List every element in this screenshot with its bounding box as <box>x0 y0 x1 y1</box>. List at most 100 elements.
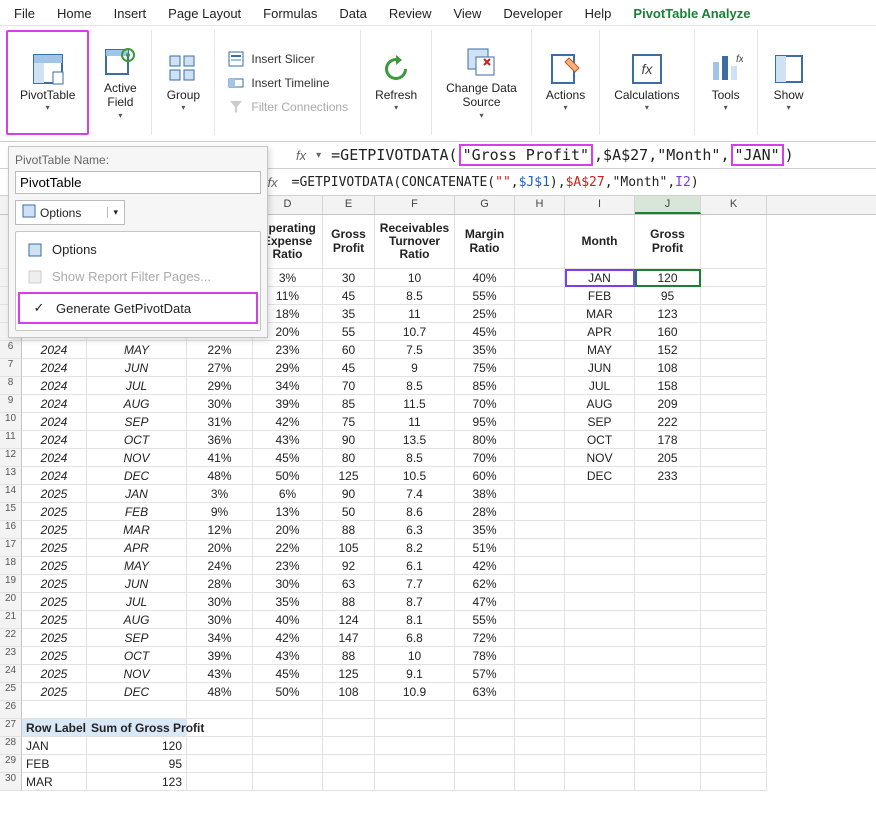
cell[interactable]: AUG <box>565 395 635 413</box>
row-header[interactable]: 23 <box>0 647 22 665</box>
col-header-I[interactable]: I <box>565 196 635 214</box>
cell[interactable]: 20% <box>253 521 323 539</box>
cell[interactable] <box>455 737 515 755</box>
cell[interactable]: 158 <box>635 377 701 395</box>
cell[interactable]: 42% <box>455 557 515 575</box>
cell[interactable] <box>22 701 87 719</box>
row-header[interactable]: 26 <box>0 701 22 719</box>
cell[interactable]: 42% <box>253 413 323 431</box>
row-header[interactable]: 25 <box>0 683 22 701</box>
cell[interactable] <box>635 755 701 773</box>
cell[interactable]: 45 <box>323 287 375 305</box>
cell[interactable]: 35% <box>455 521 515 539</box>
cell[interactable]: 41% <box>187 449 253 467</box>
cell[interactable] <box>455 773 515 791</box>
pivot-row-label[interactable]: JAN <box>22 737 87 755</box>
row-header[interactable]: 8 <box>0 377 22 395</box>
cell[interactable]: 70% <box>455 395 515 413</box>
row-header[interactable]: 19 <box>0 575 22 593</box>
insert-slicer-button[interactable]: Insert Slicer <box>227 48 314 70</box>
menu-generate-getpivotdata[interactable]: ✓ Generate GetPivotData <box>18 292 258 324</box>
cell[interactable] <box>515 323 565 341</box>
row-header[interactable]: 21 <box>0 611 22 629</box>
cell[interactable]: 78% <box>455 647 515 665</box>
cell[interactable]: 72% <box>455 629 515 647</box>
cell[interactable]: 123 <box>635 305 701 323</box>
cell[interactable]: 63 <box>323 575 375 593</box>
cell[interactable]: 50% <box>253 683 323 701</box>
cell[interactable]: 2024 <box>22 467 87 485</box>
cell[interactable] <box>565 557 635 575</box>
cell[interactable] <box>375 755 455 773</box>
cell[interactable]: SEP <box>87 413 187 431</box>
cell[interactable]: 8.7 <box>375 593 455 611</box>
cell[interactable] <box>455 719 515 737</box>
cell[interactable] <box>635 647 701 665</box>
cell[interactable] <box>565 485 635 503</box>
cell[interactable] <box>701 377 767 395</box>
insert-timeline-button[interactable]: Insert Timeline <box>227 72 329 94</box>
tab-data[interactable]: Data <box>335 4 370 23</box>
cell[interactable]: 2025 <box>22 611 87 629</box>
cell[interactable] <box>375 701 455 719</box>
row-header[interactable]: 16 <box>0 521 22 539</box>
cell[interactable] <box>701 341 767 359</box>
cell[interactable] <box>187 701 253 719</box>
cell[interactable]: NOV <box>87 665 187 683</box>
cell[interactable]: SEP <box>565 413 635 431</box>
cell[interactable]: 29% <box>253 359 323 377</box>
cell[interactable] <box>635 611 701 629</box>
cell[interactable] <box>565 647 635 665</box>
cell[interactable]: 2025 <box>22 485 87 503</box>
cell[interactable] <box>565 719 635 737</box>
row-header[interactable]: 30 <box>0 773 22 791</box>
cell[interactable]: 40% <box>455 269 515 287</box>
cell[interactable] <box>515 611 565 629</box>
cell[interactable]: 13% <box>253 503 323 521</box>
cell[interactable]: 2025 <box>22 503 87 521</box>
cell[interactable] <box>515 647 565 665</box>
cell[interactable]: 2025 <box>22 575 87 593</box>
cell[interactable]: 42% <box>253 629 323 647</box>
cell[interactable]: APR <box>565 323 635 341</box>
cell[interactable]: 30 <box>323 269 375 287</box>
cell[interactable]: 70% <box>455 449 515 467</box>
cell[interactable] <box>701 683 767 701</box>
cell[interactable]: JUN <box>87 359 187 377</box>
cell[interactable]: JAN <box>565 269 635 287</box>
cell[interactable] <box>323 719 375 737</box>
cell[interactable]: 24% <box>187 557 253 575</box>
cell[interactable]: 75 <box>323 413 375 431</box>
cell[interactable] <box>565 629 635 647</box>
cell[interactable] <box>635 521 701 539</box>
cell[interactable]: 95 <box>635 287 701 305</box>
options-dropdown-button[interactable]: Options ▾ <box>15 200 125 225</box>
cell[interactable]: JUL <box>87 377 187 395</box>
cell[interactable] <box>253 701 323 719</box>
cell[interactable] <box>375 773 455 791</box>
cell[interactable]: 62% <box>455 575 515 593</box>
pivot-row-label[interactable]: FEB <box>22 755 87 773</box>
actions-button[interactable]: Actions ▾ <box>540 48 591 117</box>
cell[interactable]: 222 <box>635 413 701 431</box>
cell[interactable] <box>635 701 701 719</box>
cell[interactable]: 105 <box>323 539 375 557</box>
cell[interactable]: 178 <box>635 431 701 449</box>
pivot-value[interactable]: 95 <box>87 755 187 773</box>
cell[interactable]: 38% <box>455 485 515 503</box>
cell[interactable] <box>565 683 635 701</box>
cell[interactable] <box>701 521 767 539</box>
cell[interactable] <box>515 377 565 395</box>
cell[interactable]: 9.1 <box>375 665 455 683</box>
cell[interactable] <box>701 449 767 467</box>
cell[interactable]: 2025 <box>22 647 87 665</box>
cell[interactable]: 2024 <box>22 341 87 359</box>
cell[interactable] <box>701 431 767 449</box>
cell[interactable]: 6% <box>253 485 323 503</box>
cell[interactable]: 45% <box>455 323 515 341</box>
cell[interactable] <box>701 269 767 287</box>
cell[interactable] <box>515 413 565 431</box>
cell[interactable] <box>515 395 565 413</box>
cell[interactable]: 34% <box>187 629 253 647</box>
row-header[interactable]: 12 <box>0 449 22 467</box>
